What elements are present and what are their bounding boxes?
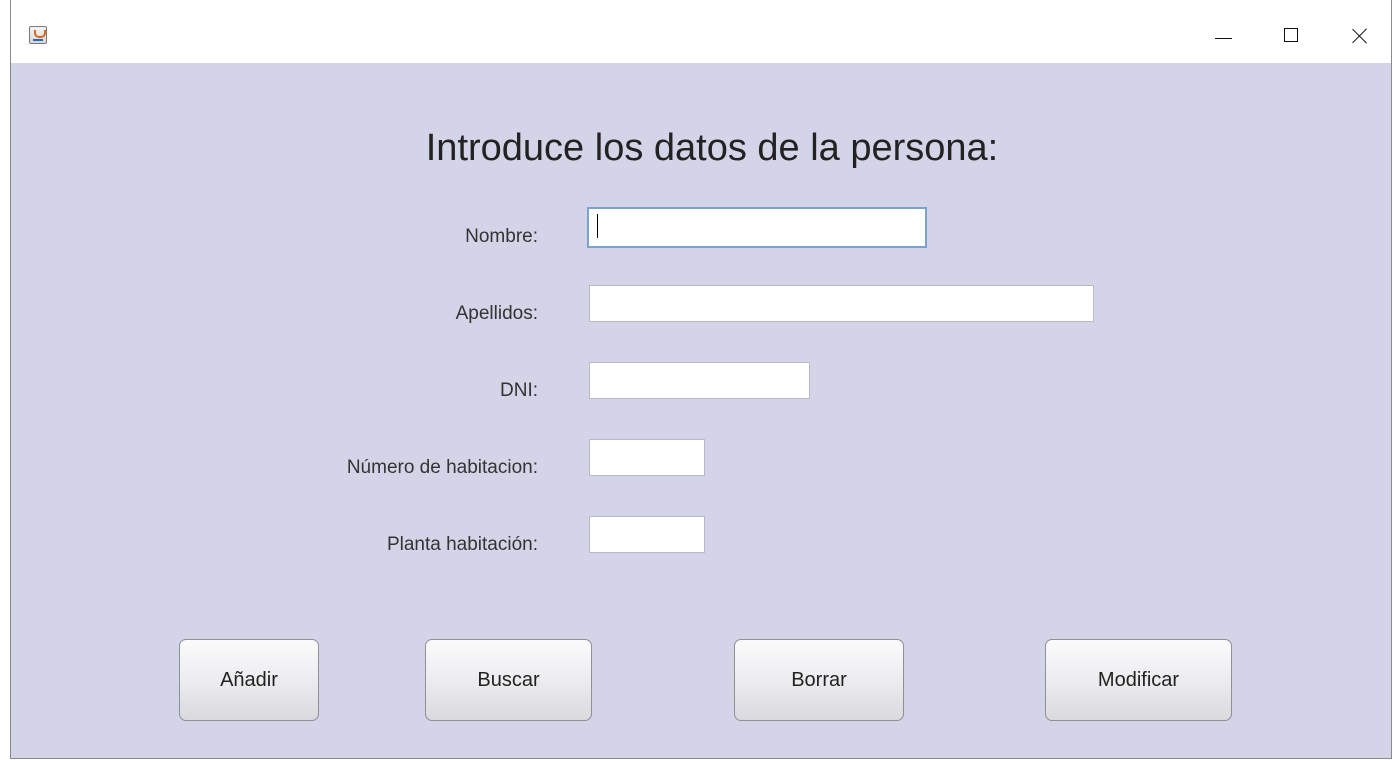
nombre-input[interactable]: [587, 207, 927, 248]
minimize-button[interactable]: [1200, 16, 1246, 52]
apellidos-input[interactable]: [589, 285, 1094, 322]
text-cursor: [597, 214, 598, 238]
borrar-button[interactable]: Borrar: [734, 639, 904, 721]
nombre-label: Nombre:: [465, 226, 538, 247]
maximize-button[interactable]: [1269, 16, 1315, 52]
close-button[interactable]: [1337, 16, 1383, 52]
modificar-button[interactable]: Modificar: [1045, 639, 1232, 721]
planta-habitacion-label: Planta habitación:: [386, 534, 538, 555]
dni-input[interactable]: [589, 362, 810, 399]
numero-habitacion-label: Número de habitacion:: [346, 457, 538, 478]
form-title: Introduce los datos de la persona:: [425, 127, 999, 169]
apellidos-label: Apellidos:: [455, 303, 538, 324]
minimize-icon: [1215, 38, 1232, 39]
dni-label: DNI:: [500, 380, 538, 401]
buscar-button[interactable]: Buscar: [425, 639, 592, 721]
numero-habitacion-input[interactable]: [589, 439, 705, 476]
close-icon: [1350, 26, 1370, 46]
planta-habitacion-input[interactable]: [589, 516, 705, 553]
maximize-icon: [1284, 28, 1298, 42]
java-app-icon[interactable]: [29, 26, 47, 44]
title-bar[interactable]: [11, 0, 1391, 63]
anadir-button[interactable]: Añadir: [179, 639, 319, 721]
